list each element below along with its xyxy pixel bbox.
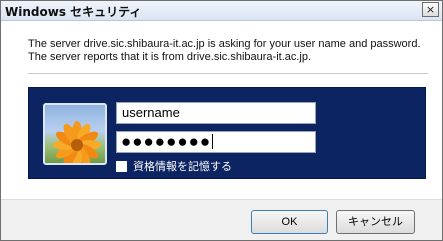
window-title: Windows セキュリティ: [5, 5, 142, 19]
remember-checkbox[interactable]: [116, 161, 127, 172]
close-icon: ×: [425, 3, 436, 16]
divider: [28, 73, 428, 74]
cancel-button[interactable]: キャンセル: [336, 210, 415, 234]
credential-panel: username ●●●●●●●● 資格情報を記憶する: [28, 87, 426, 179]
title-bar: Windows セキュリティ ×: [1, 1, 442, 21]
password-value: ●●●●●●●●: [121, 132, 212, 151]
password-input[interactable]: ●●●●●●●●: [116, 131, 316, 153]
username-input[interactable]: username: [116, 102, 316, 124]
username-value: username: [122, 105, 180, 120]
ok-button[interactable]: OK: [251, 210, 328, 234]
flower-user-tile-icon: [43, 103, 107, 165]
button-bar: OK キャンセル: [1, 199, 442, 240]
close-button[interactable]: ×: [422, 2, 439, 17]
text-caret: [212, 134, 214, 149]
server-message: The server drive.sic.shibaura-it.ac.jp i…: [28, 38, 421, 63]
security-dialog: Windows セキュリティ × The server drive.sic.sh…: [0, 0, 443, 241]
flower-icon: [53, 121, 101, 163]
remember-label: 資格情報を記憶する: [133, 160, 232, 173]
